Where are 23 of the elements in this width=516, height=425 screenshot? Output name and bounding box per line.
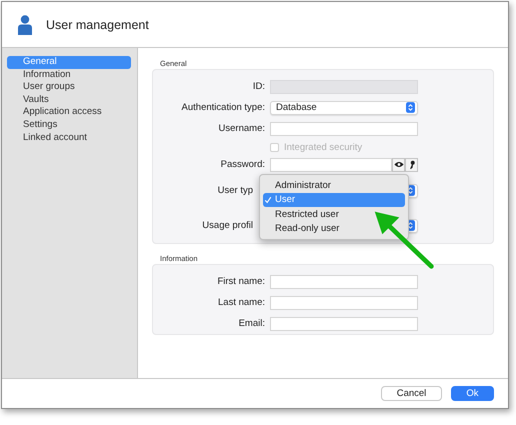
- sidebar-item[interactable]: Information: [7, 68, 131, 82]
- sidebar-item[interactable]: Vaults: [7, 94, 131, 106]
- select-field[interactable]: Database: [270, 100, 418, 114]
- sidebar-item[interactable]: Linked account: [7, 132, 131, 144]
- cancel-button[interactable]: Cancel: [381, 386, 442, 401]
- field-label: Usage profil: [201, 220, 254, 231]
- menu-item[interactable]: Restricted user: [263, 207, 405, 222]
- field-label: User typ: [216, 185, 254, 196]
- sidebar-item[interactable]: Settings: [7, 118, 131, 132]
- field-label: Email:: [238, 318, 265, 329]
- sidebar-item[interactable]: User groups: [7, 81, 131, 94]
- field-label: Username:: [218, 123, 265, 134]
- menu-item[interactable]: Administrator: [263, 178, 405, 192]
- window-title: User management: [46, 18, 149, 32]
- sidebar-item[interactable]: Application access: [7, 106, 131, 119]
- ok-button[interactable]: Ok: [451, 386, 494, 401]
- field-label: First name:: [216, 276, 265, 287]
- field-label: ID:: [252, 81, 265, 92]
- field-label: Password:: [220, 159, 265, 170]
- menu-item[interactable]: Read-only user: [263, 222, 405, 236]
- field-label: Last name:: [217, 297, 265, 308]
- checkbox-label: Integrated security: [284, 142, 362, 153]
- field-label: Authentication type:: [180, 102, 265, 113]
